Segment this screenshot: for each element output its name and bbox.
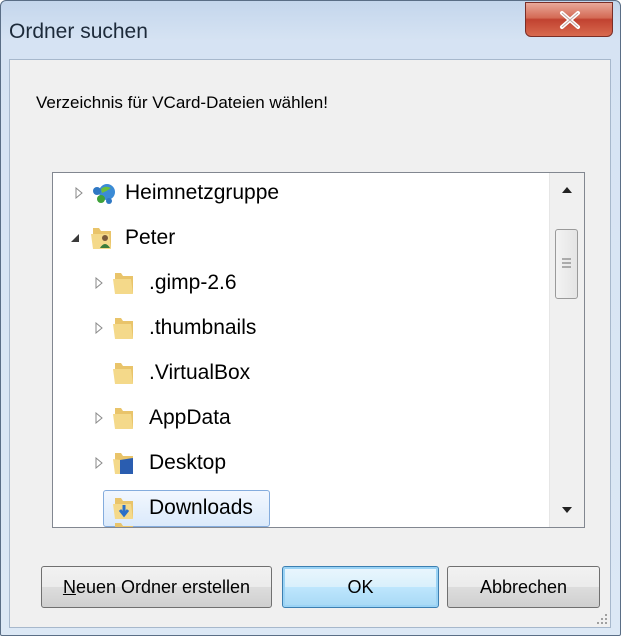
grip-lines-icon: [562, 258, 571, 268]
close-button[interactable]: [525, 2, 613, 37]
folder-icon: [113, 408, 133, 429]
folder-icon: [113, 363, 133, 384]
ok-button[interactable]: OK: [282, 566, 439, 608]
tree-item-label: AppData: [149, 406, 231, 429]
dialog-body: Verzeichnis für VCard-Dateien wählen! He…: [9, 59, 611, 628]
tree-item-appdata[interactable]: AppData: [53, 398, 551, 439]
new-folder-button[interactable]: Neuen Ordner erstellen: [41, 566, 272, 608]
vertical-scrollbar[interactable]: [549, 173, 584, 527]
tree-item-gimp[interactable]: .gimp-2.6: [53, 263, 551, 304]
window-title: Ordner suchen: [9, 20, 148, 43]
tree-item-label: Downloads: [149, 496, 253, 519]
scroll-down-button[interactable]: [550, 493, 584, 527]
tree-item-label: .gimp-2.6: [149, 271, 237, 294]
button-label: Abbrechen: [479, 577, 568, 597]
scroll-up-button[interactable]: [550, 173, 584, 207]
tree-item-label: Heimnetzgruppe: [125, 181, 280, 204]
tree-item-label: Desktop: [149, 451, 227, 474]
expand-arrow-icon[interactable]: [73, 187, 85, 199]
title-bar[interactable]: Ordner suchen: [1, 1, 620, 59]
folder-browser-dialog: Ordner suchen Verzeichnis für VCard-Date…: [0, 0, 621, 636]
folder-icon: [115, 523, 133, 527]
tree-item-desktop[interactable]: Desktop: [53, 443, 551, 484]
tree-item-label: Peter: [125, 226, 176, 249]
folder-tree[interactable]: Heimnetzgruppe Peter .gimp-2.6 .thumbnai…: [52, 172, 585, 528]
button-label: OK: [347, 577, 374, 597]
tree-item-virtualbox[interactable]: .VirtualBox: [53, 353, 551, 394]
tree-item-heimnetzgruppe[interactable]: Heimnetzgruppe: [53, 173, 551, 214]
user-folder-icon: [91, 228, 111, 249]
expand-arrow-icon[interactable]: [93, 412, 105, 424]
resize-grip-icon[interactable]: [594, 611, 608, 625]
folder-icon: [113, 318, 133, 339]
expand-arrow-icon[interactable]: [93, 277, 105, 289]
expand-arrow-icon[interactable]: [93, 457, 105, 469]
desktop-folder-icon: [113, 453, 133, 474]
downloads-folder-icon: [113, 498, 133, 519]
cancel-button[interactable]: Abbrechen: [447, 566, 600, 608]
collapse-arrow-icon[interactable]: [69, 232, 81, 244]
tree-item-label: .VirtualBox: [149, 361, 251, 384]
arrow-down-icon: [562, 507, 572, 513]
scroll-thumb[interactable]: [555, 229, 578, 299]
tree-item-downloads[interactable]: Downloads: [53, 488, 551, 527]
expand-arrow-icon[interactable]: [93, 322, 105, 334]
folder-icon: [113, 273, 133, 294]
homegroup-icon: [93, 184, 115, 204]
access-key-letter: N: [62, 577, 76, 597]
tree-item-peter[interactable]: Peter: [53, 218, 551, 259]
tree-item-thumbnails[interactable]: .thumbnails: [53, 308, 551, 349]
close-icon: [560, 11, 580, 29]
button-label: euen Ordner erstellen: [75, 577, 251, 597]
arrow-up-icon: [562, 187, 572, 193]
tree-item-label: .thumbnails: [149, 316, 257, 339]
dialog-prompt: Verzeichnis für VCard-Dateien wählen!: [36, 93, 328, 112]
